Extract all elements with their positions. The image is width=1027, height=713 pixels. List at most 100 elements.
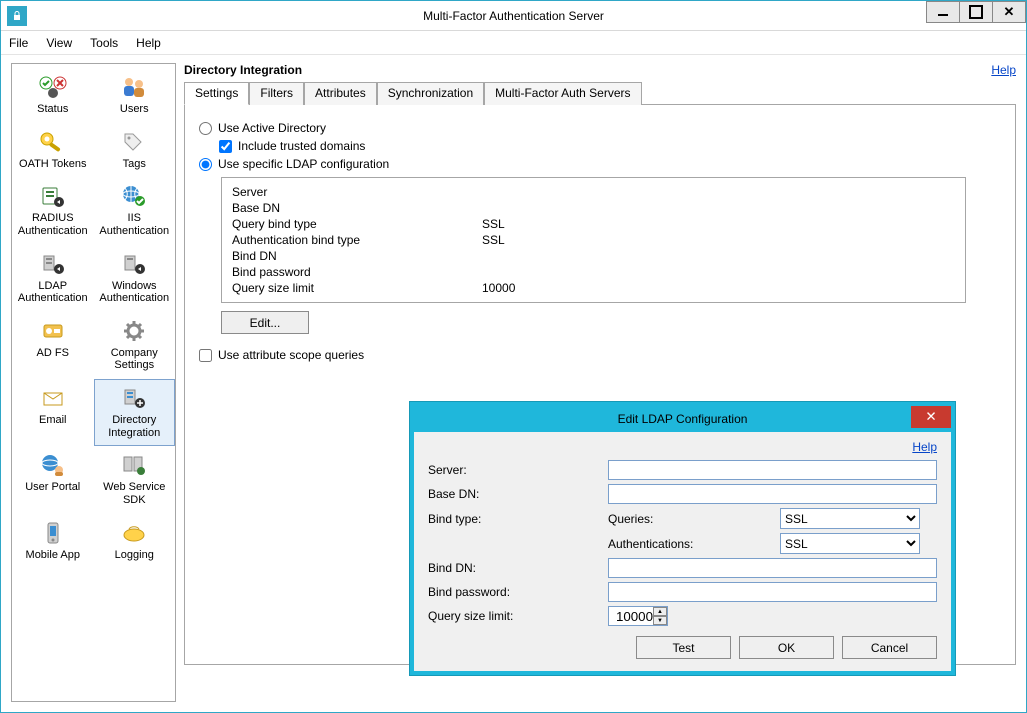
sidebar-item-label: Users [120, 103, 149, 116]
ldap-label-server: Server [232, 184, 482, 200]
sidebar-item-iis[interactable]: IIS Authentication [94, 177, 176, 244]
dlg-cancel-button[interactable]: Cancel [842, 636, 937, 659]
sidebar-item-ldap[interactable]: LDAP Authentication [12, 245, 94, 312]
sidebar-item-adfs[interactable]: AD FS [12, 312, 94, 379]
menu-file[interactable]: File [9, 36, 28, 50]
menu-view[interactable]: View [46, 36, 72, 50]
sdk-icon [116, 451, 152, 479]
dlg-label-binddn: Bind DN: [428, 561, 608, 575]
label-use-ldap: Use specific LDAP configuration [218, 157, 389, 171]
dialog-title: Edit LDAP Configuration [618, 412, 748, 426]
dlg-ok-button[interactable]: OK [739, 636, 834, 659]
dlg-input-basedn[interactable] [608, 484, 937, 504]
status-icon [35, 73, 71, 101]
edit-button[interactable]: Edit... [221, 311, 309, 334]
dlg-test-button[interactable]: Test [636, 636, 731, 659]
spinner-buttons[interactable]: ▲▼ [653, 607, 667, 625]
menu-help[interactable]: Help [136, 36, 161, 50]
ldap-value-qlimit: 10000 [482, 280, 515, 296]
ldap-value-server [482, 184, 515, 200]
ldap-label-binddn: Bind DN [232, 248, 482, 264]
oath-icon [35, 128, 71, 156]
help-link[interactable]: Help [991, 63, 1016, 77]
dlg-input-server[interactable] [608, 460, 937, 480]
sidebar-item-company[interactable]: Company Settings [94, 312, 176, 379]
ldap-value-qbind: SSL [482, 216, 515, 232]
ldap-label-qbind: Query bind type [232, 216, 482, 232]
dialog-close-button[interactable]: ✕ [911, 406, 951, 428]
dialog-body: Help Server: Base DN: Bind type: Queries… [414, 432, 951, 671]
sidebar-item-oath[interactable]: OATH Tokens [12, 123, 94, 178]
edit-ldap-dialog: Edit LDAP Configuration ✕ Help Server: B… [410, 402, 955, 675]
ldap-icon [35, 250, 71, 278]
minimize-button[interactable] [926, 1, 960, 23]
sidebar-item-logging[interactable]: Logging [94, 514, 176, 569]
dialog-help-link[interactable]: Help [912, 440, 937, 454]
checkbox-attr-scope[interactable] [199, 349, 212, 362]
tab-settings[interactable]: Settings [184, 82, 249, 105]
sidebar-item-sdk[interactable]: Web Service SDK [94, 446, 176, 513]
directory-icon [116, 384, 152, 412]
sidebar-item-email[interactable]: Email [12, 379, 94, 446]
tab-filters[interactable]: Filters [249, 82, 304, 105]
radio-use-ad[interactable] [199, 122, 212, 135]
dlg-label-basedn: Base DN: [428, 487, 608, 501]
sidebar-item-portal[interactable]: User Portal [12, 446, 94, 513]
users-icon [116, 73, 152, 101]
sidebar: Status Users OATH Tokens Tags RADIUS Aut… [11, 63, 176, 702]
checkbox-include-trusted[interactable] [219, 140, 232, 153]
ldap-label-bindpw: Bind password [232, 264, 482, 280]
menu-tools[interactable]: Tools [90, 36, 118, 50]
sidebar-item-mobile[interactable]: Mobile App [12, 514, 94, 569]
windows-icon [116, 250, 152, 278]
ldap-value-binddn [482, 248, 515, 264]
sidebar-item-label: Company Settings [97, 347, 173, 372]
adfs-icon [35, 317, 71, 345]
sidebar-item-label: AD FS [37, 347, 69, 360]
sidebar-item-label: Email [39, 414, 67, 427]
sidebar-item-tags[interactable]: Tags [94, 123, 176, 178]
gear-icon [116, 317, 152, 345]
dlg-label-bindtype: Bind type: [428, 512, 608, 526]
titlebar[interactable]: Multi-Factor Authentication Server [1, 1, 1026, 31]
window-title: Multi-Factor Authentication Server [423, 9, 604, 23]
dlg-select-queries[interactable]: SSL [780, 508, 920, 529]
tab-sync[interactable]: Synchronization [377, 82, 484, 105]
sidebar-item-label: Mobile App [26, 549, 80, 562]
sidebar-item-directory[interactable]: Directory Integration [94, 379, 176, 446]
ldap-label-basedn: Base DN [232, 200, 482, 216]
email-icon [35, 384, 71, 412]
portal-icon [35, 451, 71, 479]
label-attr-scope: Use attribute scope queries [218, 348, 364, 362]
sidebar-item-label: OATH Tokens [19, 158, 86, 171]
sidebar-item-label: Windows Authentication [97, 280, 173, 305]
close-button[interactable] [992, 1, 1026, 23]
maximize-button[interactable] [959, 1, 993, 23]
ldap-value-basedn [482, 200, 515, 216]
label-use-ad: Use Active Directory [218, 121, 326, 135]
sidebar-item-users[interactable]: Users [94, 68, 176, 123]
workarea: Status Users OATH Tokens Tags RADIUS Aut… [1, 55, 1026, 712]
iis-icon [116, 182, 152, 210]
dlg-select-auths[interactable]: SSL [780, 533, 920, 554]
dlg-label-server: Server: [428, 463, 608, 477]
dialog-titlebar[interactable]: Edit LDAP Configuration ✕ [414, 406, 951, 432]
sidebar-item-label: RADIUS Authentication [15, 212, 91, 237]
tab-mfa-servers[interactable]: Multi-Factor Auth Servers [484, 82, 641, 105]
radio-use-ldap[interactable] [199, 158, 212, 171]
sidebar-item-radius[interactable]: RADIUS Authentication [12, 177, 94, 244]
sidebar-item-label: Directory Integration [97, 414, 173, 439]
sidebar-item-label: Tags [123, 158, 146, 171]
sidebar-item-status[interactable]: Status [12, 68, 94, 123]
radius-icon [35, 182, 71, 210]
sidebar-item-windows[interactable]: Windows Authentication [94, 245, 176, 312]
sidebar-item-label: User Portal [25, 481, 80, 494]
ldap-config-summary: Server Base DN Query bind typeSSL Authen… [221, 177, 966, 303]
tab-attributes[interactable]: Attributes [304, 82, 377, 105]
ldap-value-bindpw [482, 264, 515, 280]
label-include-trusted: Include trusted domains [238, 139, 365, 153]
dlg-input-bindpw[interactable] [608, 582, 937, 602]
window-controls [927, 1, 1026, 23]
dlg-input-binddn[interactable] [608, 558, 937, 578]
dlg-label-bindpw: Bind password: [428, 585, 608, 599]
